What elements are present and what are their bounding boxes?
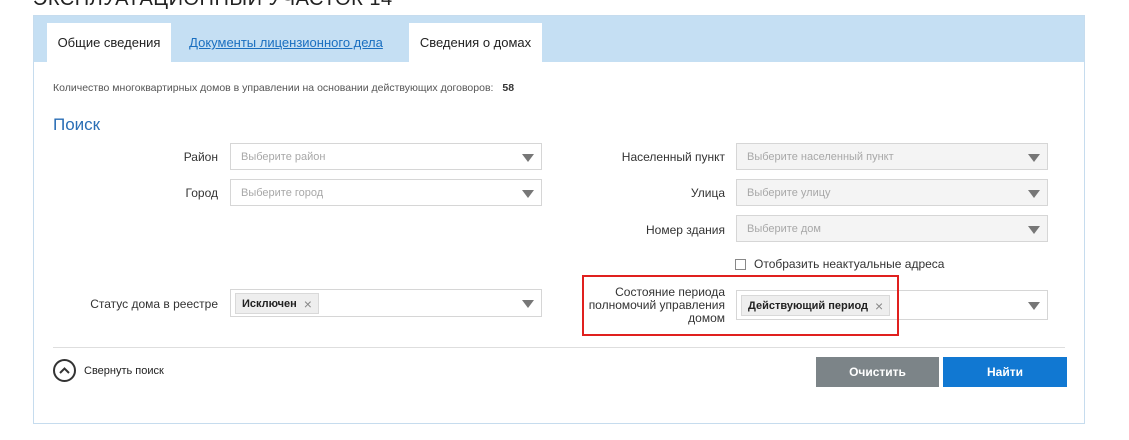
highlight-annotation <box>582 275 899 336</box>
city-label: Город <box>185 186 218 200</box>
street-label: Улица <box>690 186 725 200</box>
houses-count-text: Количество многоквартирных домов в управ… <box>53 82 494 94</box>
show-outdated-row[interactable]: Отобразить неактуальные адреса <box>735 257 944 271</box>
collapse-search-label: Свернуть поиск <box>84 364 164 377</box>
locality-placeholder: Выберите населенный пункт <box>747 151 894 163</box>
registry-status-value: Исключен <box>242 297 297 310</box>
show-outdated-label: Отобразить неактуальные адреса <box>754 257 945 271</box>
show-outdated-checkbox[interactable] <box>735 258 746 270</box>
street-select[interactable]: Выберите улицу <box>736 179 1048 206</box>
tab-license-documents[interactable]: Документы лицензионного дела <box>183 23 389 62</box>
registry-status-chip: Исключен × <box>235 293 319 314</box>
building-placeholder: Выберите дом <box>747 223 821 235</box>
building-select[interactable]: Выберите дом <box>736 215 1048 242</box>
building-label: Номер здания <box>645 223 725 237</box>
tab-houses-info[interactable]: Сведения о домах <box>409 23 542 62</box>
page-heading: ЭКСПЛУАТАЦИОННЫЙ УЧАСТОК 14 <box>33 0 393 11</box>
tab-general-info[interactable]: Общие сведения <box>47 23 171 62</box>
district-label: Район <box>183 150 218 164</box>
registry-status-select[interactable]: Исключен × <box>230 289 542 317</box>
chevron-down-icon[interactable] <box>1028 302 1040 310</box>
district-placeholder: Выберите район <box>241 151 326 163</box>
locality-label: Населенный пункт <box>621 150 725 164</box>
houses-panel: Общие сведения Документы лицензионного д… <box>33 15 1085 424</box>
clear-button[interactable]: Очистить <box>816 357 939 387</box>
tab-bar: Общие сведения Документы лицензионного д… <box>34 16 1084 62</box>
registry-status-label: Статус дома в реестре <box>90 297 218 311</box>
locality-select[interactable]: Выберите населенный пункт <box>736 143 1048 170</box>
city-placeholder: Выберите город <box>241 187 324 199</box>
city-select[interactable]: Выберите город <box>230 179 542 206</box>
chevron-down-icon[interactable] <box>522 154 534 162</box>
chevron-down-icon[interactable] <box>522 300 534 308</box>
chevron-down-icon[interactable] <box>1028 226 1040 234</box>
remove-icon[interactable]: × <box>304 297 312 311</box>
street-placeholder: Выберите улицу <box>747 187 831 199</box>
collapse-search-toggle[interactable]: Свернуть поиск <box>53 359 164 382</box>
divider <box>53 347 1065 348</box>
chevron-down-icon[interactable] <box>1028 190 1040 198</box>
chevron-down-icon[interactable] <box>522 190 534 198</box>
district-select[interactable]: Выберите район <box>230 143 542 170</box>
chevron-up-icon[interactable] <box>53 359 76 382</box>
houses-count-value: 58 <box>502 82 515 94</box>
chevron-down-icon[interactable] <box>1028 154 1040 162</box>
search-title: Поиск <box>53 115 101 134</box>
find-button[interactable]: Найти <box>943 357 1067 387</box>
houses-count-line: Количество многоквартирных домов в управ… <box>53 82 514 94</box>
